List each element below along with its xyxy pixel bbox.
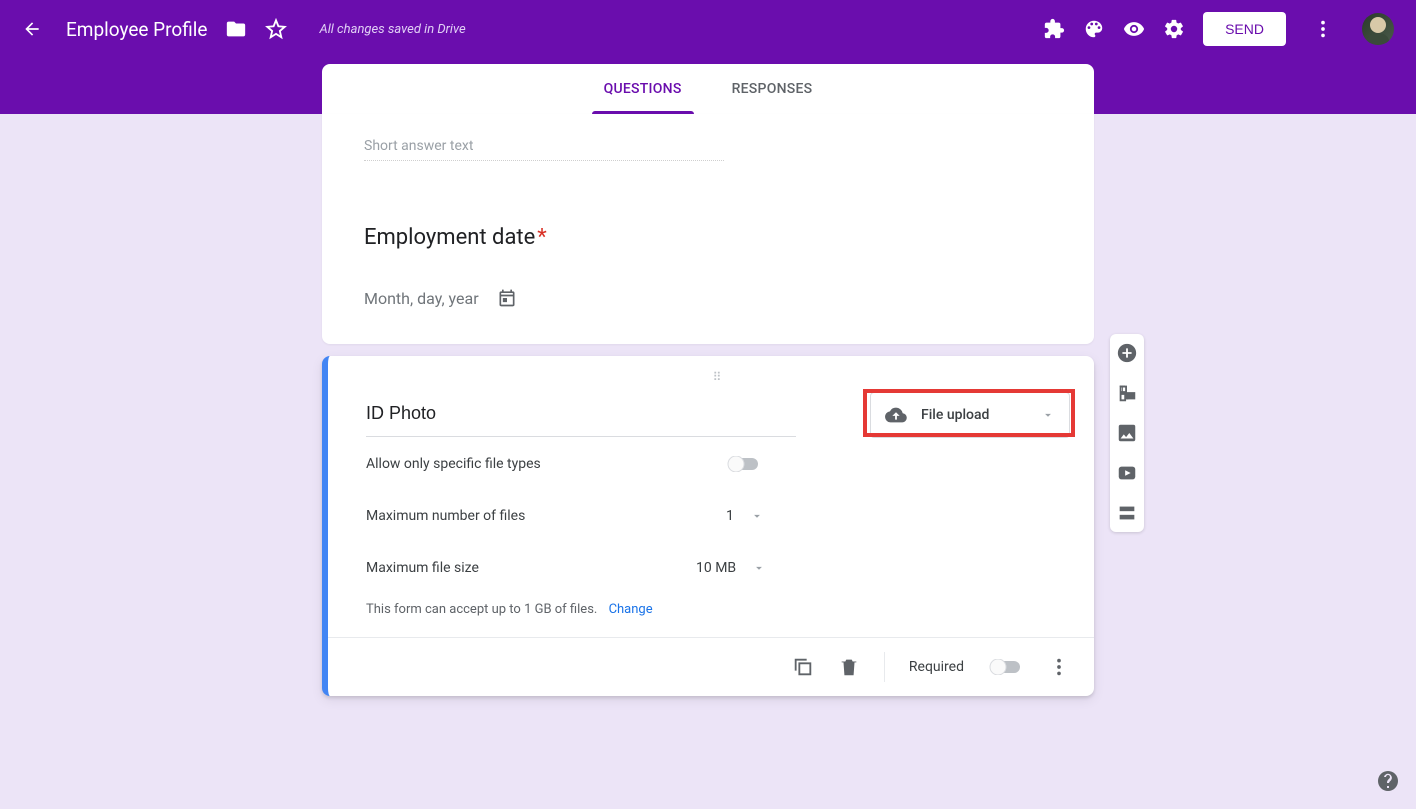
date-placeholder: Month, day, year — [364, 289, 479, 308]
send-button[interactable]: SEND — [1203, 12, 1286, 46]
add-image-icon[interactable] — [1116, 422, 1138, 444]
back-icon[interactable] — [22, 19, 42, 39]
topbar: Employee Profile All changes saved in Dr… — [22, 0, 1394, 58]
account-avatar[interactable] — [1362, 13, 1394, 45]
max-size-value: 10 MB — [696, 560, 736, 576]
add-question-icon[interactable] — [1116, 342, 1138, 364]
previous-question-card[interactable]: Short answer text Employment date* Month… — [322, 114, 1094, 344]
active-question-card[interactable]: ⠿ File upload Allow only specific file t… — [322, 356, 1094, 696]
calendar-icon — [497, 288, 517, 308]
question-title: Employment date* — [364, 225, 1052, 250]
caret-down-icon — [752, 561, 766, 575]
settings-icon[interactable] — [1163, 18, 1185, 40]
save-status: All changes saved in Drive — [319, 22, 465, 37]
tabs: QUESTIONS RESPONSES — [322, 64, 1094, 114]
form-stage: QUESTIONS RESPONSES Short answer text Em… — [322, 64, 1094, 696]
max-files-label: Maximum number of files — [366, 508, 726, 524]
star-icon[interactable] — [265, 18, 287, 40]
floating-toolbar: TT — [1110, 334, 1144, 532]
question-footer: Required — [328, 637, 1094, 696]
tab-responses[interactable]: RESPONSES — [732, 64, 813, 114]
customize-theme-icon[interactable] — [1083, 18, 1105, 40]
duplicate-icon[interactable] — [792, 656, 814, 678]
required-label: Required — [909, 659, 964, 675]
max-size-select[interactable]: 10 MB — [696, 560, 766, 576]
allow-file-types-label: Allow only specific file types — [366, 456, 726, 472]
max-files-select[interactable]: 1 — [726, 508, 764, 524]
import-questions-icon[interactable]: TT — [1116, 382, 1138, 404]
limit-text: This form can accept up to 1 GB of files… — [366, 602, 597, 617]
change-limit-link[interactable]: Change — [609, 602, 653, 617]
question-title-input[interactable] — [366, 393, 796, 437]
question-type-label: File upload — [921, 407, 989, 423]
delete-icon[interactable] — [838, 656, 860, 678]
form-title[interactable]: Employee Profile — [66, 18, 207, 41]
required-toggle[interactable] — [988, 659, 1024, 675]
required-star: * — [537, 225, 546, 250]
question-type-select[interactable]: File upload — [870, 392, 1070, 438]
caret-down-icon — [750, 509, 764, 523]
move-to-folder-icon[interactable] — [225, 18, 247, 40]
question-more-icon[interactable] — [1048, 656, 1070, 678]
cloud-upload-icon — [885, 404, 907, 426]
storage-limit-note: This form can accept up to 1 GB of files… — [366, 594, 1070, 637]
tab-questions[interactable]: QUESTIONS — [604, 64, 682, 114]
divider — [884, 652, 885, 682]
more-icon[interactable] — [1312, 18, 1334, 40]
allow-file-types-toggle[interactable] — [726, 456, 762, 472]
max-files-value: 1 — [726, 508, 734, 524]
preview-icon[interactable] — [1123, 18, 1145, 40]
svg-text:T: T — [1125, 392, 1130, 401]
add-video-icon[interactable] — [1116, 462, 1138, 484]
drag-handle-icon[interactable]: ⠿ — [366, 370, 1070, 384]
short-answer-placeholder: Short answer text — [364, 138, 724, 161]
caret-down-icon — [1041, 408, 1055, 422]
addons-icon[interactable] — [1043, 18, 1065, 40]
max-size-label: Maximum file size — [366, 560, 696, 576]
add-section-icon[interactable] — [1116, 502, 1138, 524]
help-icon[interactable] — [1376, 769, 1400, 793]
question-title-text: Employment date — [364, 225, 535, 250]
